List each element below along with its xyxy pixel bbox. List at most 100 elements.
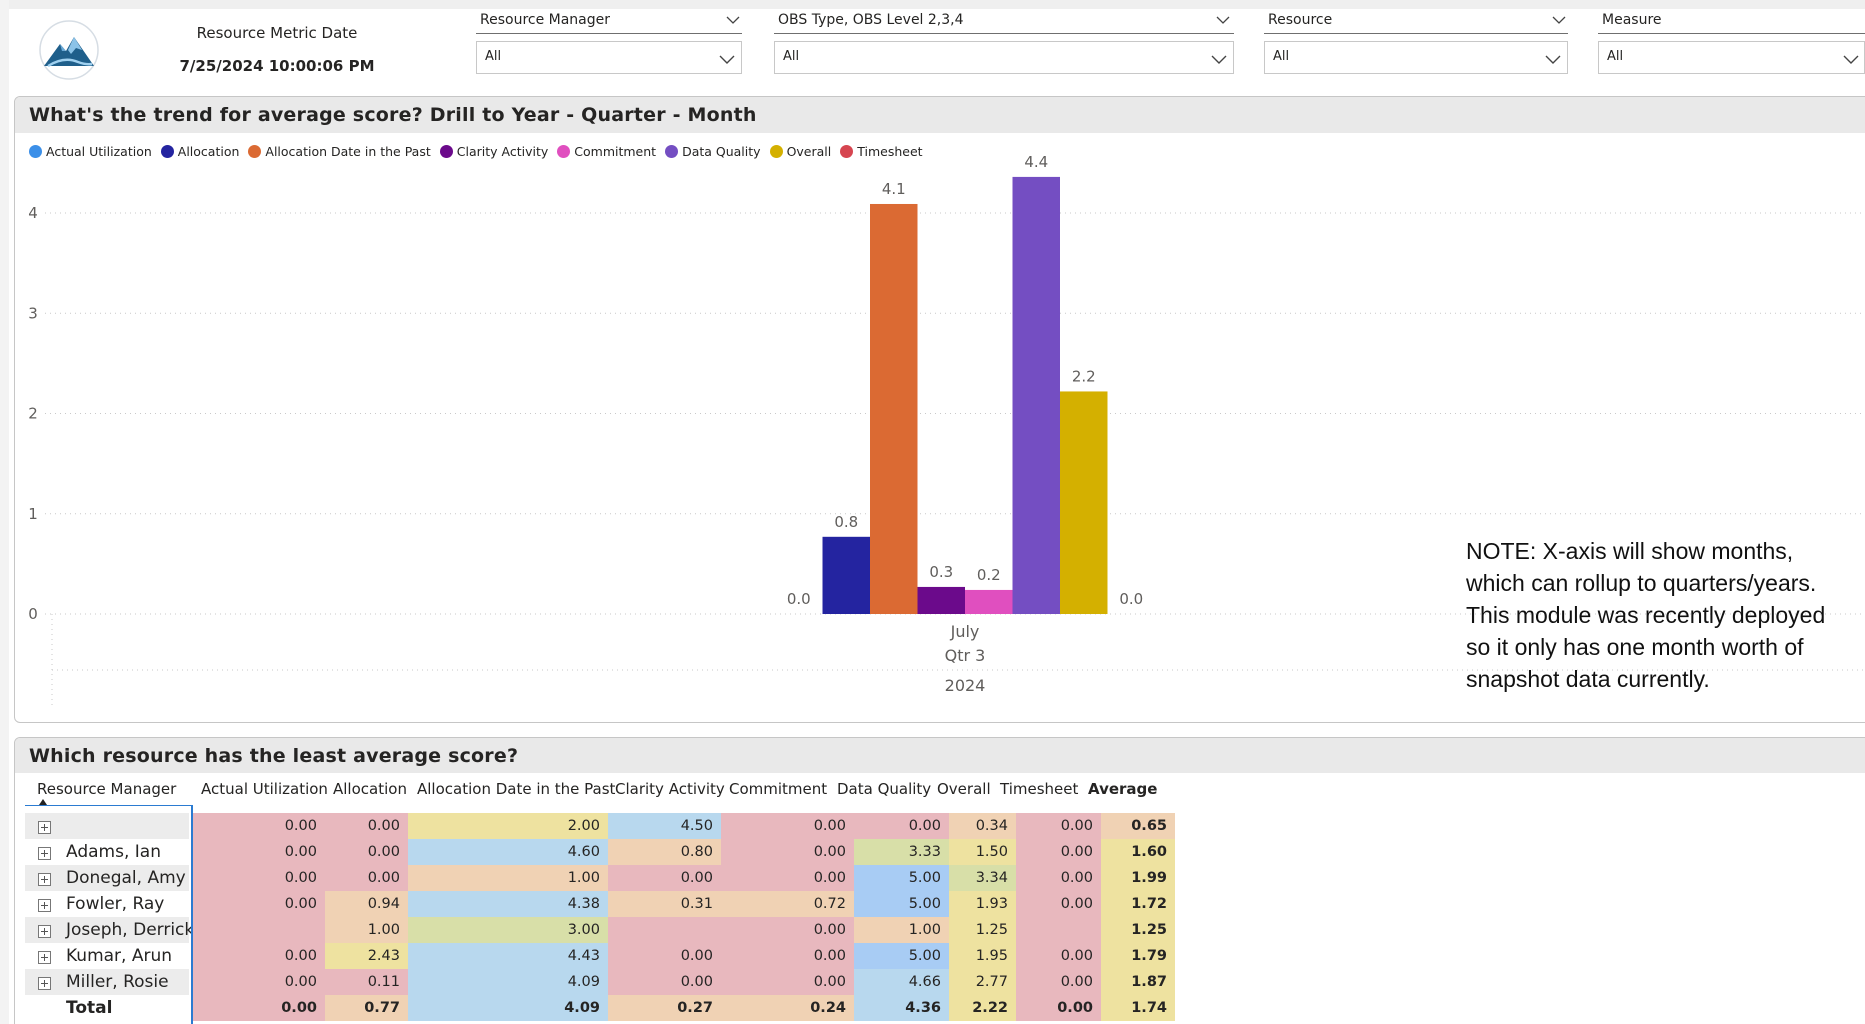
table-cell[interactable]: 2.77 (949, 969, 1016, 995)
table-cell[interactable]: 0.00 (191, 813, 325, 839)
table-cell[interactable]: 0.00 (191, 891, 325, 917)
table-cell[interactable]: 0.00 (721, 917, 854, 943)
table-cell[interactable]: 2.22 (949, 995, 1016, 1021)
table-cell[interactable]: 1.00 (325, 917, 408, 943)
table-cell[interactable]: 0.34 (949, 813, 1016, 839)
chevron-down-icon[interactable] (1545, 53, 1561, 65)
table-cell[interactable]: 0.00 (721, 839, 854, 865)
table-cell[interactable]: 0.00 (1016, 813, 1101, 839)
column-header[interactable]: Allocation (333, 780, 407, 798)
column-header[interactable]: Overall (937, 780, 991, 798)
table-cell[interactable]: 0.11 (325, 969, 408, 995)
table-cell[interactable]: 0.00 (721, 969, 854, 995)
table-cell[interactable]: 0.31 (608, 891, 721, 917)
table-cell[interactable] (1016, 917, 1101, 943)
expand-plus-icon[interactable] (38, 925, 51, 938)
table-cell[interactable]: 0.00 (191, 943, 325, 969)
table-cell[interactable]: 1.60 (1101, 839, 1175, 865)
table-cell[interactable]: 0.00 (1016, 839, 1101, 865)
table-cell[interactable]: 0.27 (608, 995, 721, 1021)
table-cell[interactable]: 1.95 (949, 943, 1016, 969)
table-cell[interactable]: 0.24 (721, 995, 854, 1021)
table-cell[interactable]: 1.50 (949, 839, 1016, 865)
table-cell[interactable]: 1.00 (854, 917, 949, 943)
column-header[interactable]: Allocation Date in the Past (417, 780, 615, 798)
chevron-down-icon[interactable] (726, 14, 740, 26)
column-header[interactable]: Commitment (729, 780, 827, 798)
table-cell[interactable]: 0.00 (854, 813, 949, 839)
table-cell[interactable]: 0.77 (325, 995, 408, 1021)
table-cell[interactable]: 1.25 (1101, 917, 1175, 943)
table-cell[interactable]: 5.00 (854, 891, 949, 917)
resource-slicer[interactable]: Resource All (1264, 12, 1568, 76)
expand-plus-icon[interactable] (38, 847, 51, 860)
table-cell[interactable]: 0.00 (191, 995, 325, 1021)
table-cell[interactable]: 0.00 (1016, 995, 1101, 1021)
chevron-down-icon[interactable] (1843, 53, 1859, 65)
measure-slicer[interactable]: Measure All (1598, 12, 1865, 76)
expand-plus-icon[interactable] (38, 821, 51, 834)
table-cell[interactable]: 0.00 (608, 865, 721, 891)
column-header[interactable]: Data Quality (837, 780, 931, 798)
table-cell[interactable]: 0.94 (325, 891, 408, 917)
table-cell[interactable]: 3.34 (949, 865, 1016, 891)
chevron-down-icon[interactable] (1211, 53, 1227, 65)
column-header[interactable]: Actual Utilization (201, 780, 328, 798)
table-cell[interactable]: 1.74 (1101, 995, 1175, 1021)
table-cell[interactable]: 0.00 (191, 969, 325, 995)
expand-plus-icon[interactable] (38, 899, 51, 912)
column-header[interactable]: Timesheet (1000, 780, 1078, 798)
table-cell[interactable]: 0.80 (608, 839, 721, 865)
table-cell[interactable]: 1.99 (1101, 865, 1175, 891)
table-cell[interactable]: 0.00 (325, 839, 408, 865)
table-cell[interactable]: 0.00 (1016, 865, 1101, 891)
table-cell[interactable]: 3.33 (854, 839, 949, 865)
table-cell[interactable]: 0.00 (191, 839, 325, 865)
obs-type-dropdown[interactable]: All (774, 41, 1234, 74)
table-cell[interactable]: 4.36 (854, 995, 949, 1021)
table-cell[interactable]: 0.00 (721, 865, 854, 891)
table-cell[interactable]: 4.66 (854, 969, 949, 995)
table-cell[interactable]: 1.79 (1101, 943, 1175, 969)
table-cell[interactable]: 1.93 (949, 891, 1016, 917)
expand-plus-icon[interactable] (38, 951, 51, 964)
table-cell[interactable]: 0.65 (1101, 813, 1175, 839)
table-cell[interactable]: 0.72 (721, 891, 854, 917)
table-cell[interactable]: 1.00 (408, 865, 608, 891)
table-cell[interactable] (191, 917, 325, 943)
table-cell[interactable]: 0.00 (608, 943, 721, 969)
table-cell[interactable]: 0.00 (1016, 969, 1101, 995)
column-header[interactable]: Resource Manager (37, 780, 176, 798)
table-cell[interactable]: 1.72 (1101, 891, 1175, 917)
table-cell[interactable]: 4.60 (408, 839, 608, 865)
table-cell[interactable]: 4.50 (608, 813, 721, 839)
table-cell[interactable] (608, 917, 721, 943)
expand-plus-icon[interactable] (38, 873, 51, 886)
table-cell[interactable]: 3.00 (408, 917, 608, 943)
resource-dropdown[interactable]: All (1264, 41, 1568, 74)
resource-manager-slicer[interactable]: Resource Manager All (476, 12, 742, 76)
table-cell[interactable]: 2.00 (408, 813, 608, 839)
measure-dropdown[interactable]: All (1598, 41, 1865, 74)
obs-type-slicer[interactable]: OBS Type, OBS Level 2,3,4 All (774, 12, 1234, 76)
table-cell[interactable]: 5.00 (854, 865, 949, 891)
table-cell[interactable]: 4.38 (408, 891, 608, 917)
table-cell[interactable]: 0.00 (1016, 943, 1101, 969)
table-cell[interactable]: 2.43 (325, 943, 408, 969)
table-cell[interactable]: 4.09 (408, 969, 608, 995)
column-header[interactable]: Average (1088, 780, 1157, 798)
table-cell[interactable]: 1.87 (1101, 969, 1175, 995)
chevron-down-icon[interactable] (1552, 14, 1566, 26)
table-cell[interactable]: 0.00 (191, 865, 325, 891)
expand-plus-icon[interactable] (38, 977, 51, 990)
table-cell[interactable]: 0.00 (721, 813, 854, 839)
table-cell[interactable]: 0.00 (1016, 891, 1101, 917)
table-cell[interactable]: 1.25 (949, 917, 1016, 943)
table-cell[interactable]: 5.00 (854, 943, 949, 969)
table-cell[interactable]: 0.00 (325, 865, 408, 891)
chevron-down-icon[interactable] (719, 53, 735, 65)
column-header[interactable]: Clarity Activity (615, 780, 725, 798)
resource-manager-dropdown[interactable]: All (476, 41, 742, 74)
chevron-down-icon[interactable] (1216, 14, 1230, 26)
table-cell[interactable]: 4.43 (408, 943, 608, 969)
